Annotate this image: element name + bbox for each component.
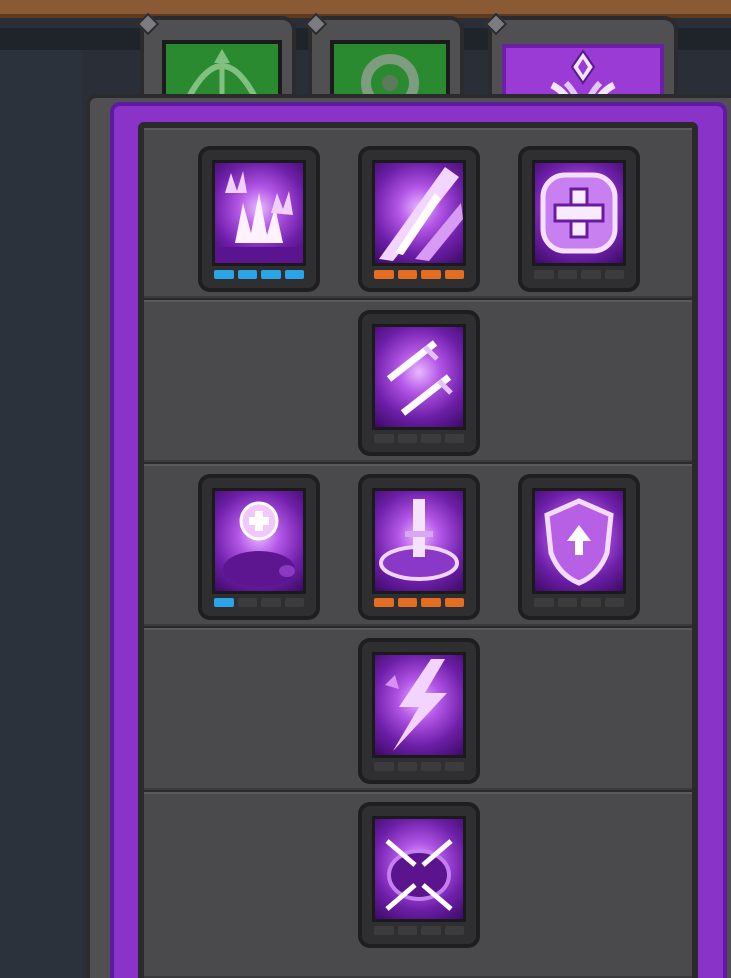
- skill-slot-healing-pet[interactable]: [198, 474, 320, 620]
- skill-level-pips: [374, 926, 464, 936]
- level-pip-empty: [557, 598, 577, 607]
- sword-altar-icon: [379, 499, 459, 581]
- level-pip-filled: [261, 270, 281, 279]
- level-pip-empty: [374, 434, 394, 443]
- skill-slot-shield-upgrade[interactable]: [518, 474, 640, 620]
- heal-cross-icon: [540, 172, 618, 254]
- skill-slot-sword-altar[interactable]: [358, 474, 480, 620]
- level-pip-empty: [284, 598, 304, 607]
- level-pip-filled: [374, 270, 394, 279]
- level-pip-filled: [397, 270, 417, 279]
- level-pip-empty: [237, 598, 257, 607]
- sword-circle-icon: [385, 839, 453, 911]
- level-pip-filled: [444, 598, 464, 607]
- level-pip-empty: [374, 762, 394, 771]
- skill-level-pips: [214, 598, 304, 608]
- level-pip-filled: [374, 598, 394, 607]
- level-pip-empty: [581, 270, 601, 279]
- level-pip-empty: [374, 926, 394, 935]
- level-pip-filled: [284, 270, 304, 279]
- level-pip-empty: [604, 598, 624, 607]
- skill-slot-purple-slash[interactable]: [358, 146, 480, 292]
- level-pip-filled: [237, 270, 257, 279]
- level-pip-empty: [604, 270, 624, 279]
- healing-pet-icon: [223, 501, 295, 587]
- skill-slot-lightning-strike[interactable]: [358, 638, 480, 784]
- level-pip-filled: [397, 598, 417, 607]
- left-background: [0, 50, 82, 978]
- level-pip-empty: [421, 434, 441, 443]
- level-pip-filled: [421, 598, 441, 607]
- level-pip-empty: [534, 598, 554, 607]
- purple-slash-icon: [379, 167, 463, 261]
- level-pip-filled: [214, 270, 234, 279]
- level-pip-empty: [557, 270, 577, 279]
- twin-swords-icon: [386, 340, 453, 416]
- skill-level-pips: [374, 762, 464, 772]
- level-pip-empty: [421, 926, 441, 935]
- level-pip-filled: [444, 270, 464, 279]
- level-pip-empty: [397, 434, 417, 443]
- skill-level-pips: [534, 270, 624, 280]
- level-pip-empty: [397, 762, 417, 771]
- purple-flames-icon: [215, 171, 303, 263]
- skill-level-pips: [374, 434, 464, 444]
- level-pip-empty: [581, 598, 601, 607]
- skill-slot-twin-swords[interactable]: [358, 310, 480, 456]
- skill-level-pips: [374, 270, 464, 280]
- level-pip-empty: [534, 270, 554, 279]
- level-pip-empty: [397, 926, 417, 935]
- level-pip-empty: [444, 762, 464, 771]
- skill-level-pips: [534, 598, 624, 608]
- skill-slot-sword-circle[interactable]: [358, 802, 480, 948]
- shield-upgrade-icon: [544, 498, 614, 586]
- skill-level-pips: [214, 270, 304, 280]
- lightning-strike-icon: [385, 659, 447, 751]
- level-pip-empty: [444, 434, 464, 443]
- skill-slot-purple-flames[interactable]: [198, 146, 320, 292]
- skill-slot-heal-cross[interactable]: [518, 146, 640, 292]
- skill-level-pips: [374, 598, 464, 608]
- level-pip-empty: [261, 598, 281, 607]
- level-pip-filled: [421, 270, 441, 279]
- level-pip-empty: [444, 926, 464, 935]
- level-pip-empty: [421, 762, 441, 771]
- level-pip-filled: [214, 598, 234, 607]
